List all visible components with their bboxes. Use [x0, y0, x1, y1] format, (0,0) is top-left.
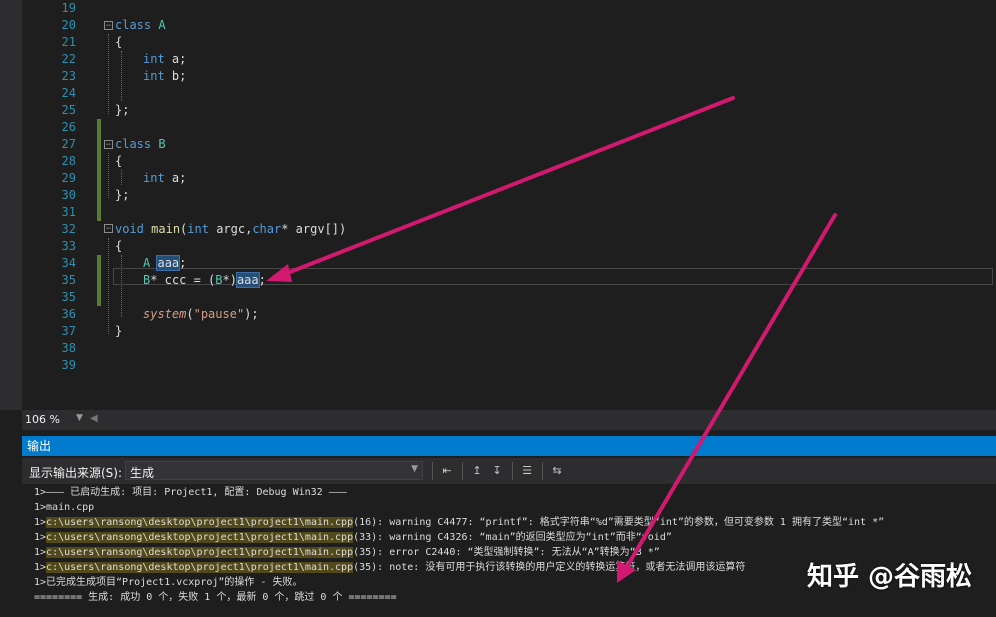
annotation-arrows: [266, 96, 837, 583]
watermark: 知乎 @谷雨松: [806, 562, 972, 592]
arrow-to-error: [617, 213, 837, 583]
arrow-to-code: [266, 96, 735, 282]
